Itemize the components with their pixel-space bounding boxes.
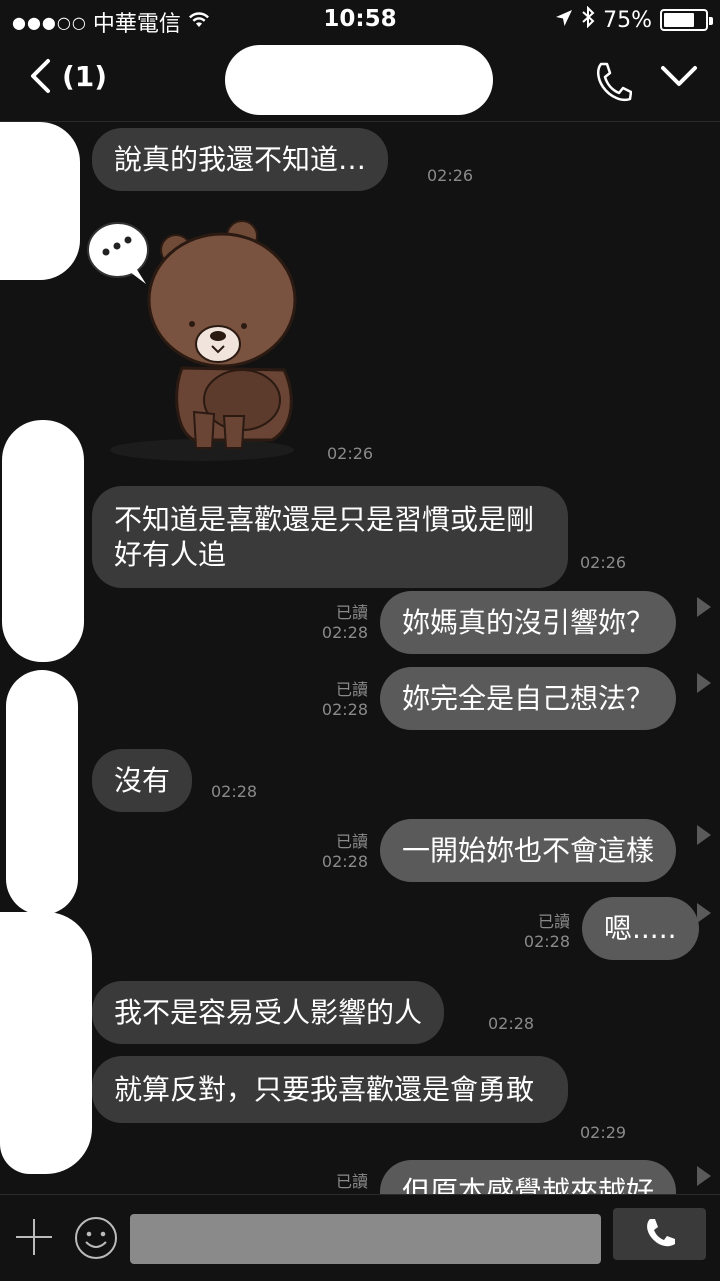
message-timestamp: 02:28 bbox=[321, 700, 368, 719]
back-button[interactable]: (1) bbox=[28, 58, 107, 94]
message-timestamp: 02:28 bbox=[211, 782, 258, 801]
message-timestamp: 02:26 bbox=[427, 166, 474, 185]
battery-icon bbox=[660, 9, 713, 31]
smiley-icon bbox=[75, 1217, 117, 1259]
chat-title-redacted bbox=[225, 45, 493, 115]
status-bar: ●●●○○ 中華電信 10:58 75% bbox=[0, 0, 720, 40]
message-timestamp: 02:28 bbox=[523, 932, 570, 951]
menu-dropdown-button[interactable] bbox=[660, 64, 698, 92]
received-message-bubble[interactable]: 我不是容易受人影響的人 bbox=[92, 981, 445, 1044]
message-timestamp: 02:26 bbox=[580, 553, 627, 572]
sent-message-bubble[interactable]: 妳媽真的沒引響妳？ bbox=[380, 591, 677, 654]
received-message-bubble[interactable]: 不知道是喜歡還是只是習慣或是剛好有人追 bbox=[92, 486, 568, 588]
message-input[interactable] bbox=[130, 1214, 601, 1264]
battery-level bbox=[664, 13, 694, 27]
read-receipt: 已讀 bbox=[335, 603, 368, 622]
unread-count-badge: (1) bbox=[62, 59, 108, 93]
avatar-redacted bbox=[0, 122, 80, 280]
voice-call-button[interactable] bbox=[613, 1208, 706, 1260]
phone-handset-icon bbox=[646, 1219, 675, 1247]
sent-message-bubble[interactable]: 一開始妳也不會這樣 bbox=[380, 819, 677, 882]
bluetooth-icon bbox=[581, 5, 595, 34]
avatar-redacted bbox=[2, 420, 84, 662]
avatar-redacted bbox=[0, 912, 92, 1174]
received-message-bubble[interactable]: 就算反對，只要我喜歡還是會勇敢 bbox=[92, 1056, 568, 1123]
message-timestamp: 02:28 bbox=[321, 852, 368, 871]
message-list[interactable]: 說真的我還不知道… 02:26 02:26 不知道是喜歡還是只是習慣或是剛好有人… bbox=[0, 122, 720, 1194]
call-button[interactable] bbox=[592, 60, 633, 108]
chevron-down-icon bbox=[661, 66, 697, 86]
sent-message-bubble[interactable]: 妳完全是自己想法？ bbox=[380, 667, 677, 730]
emoji-button[interactable] bbox=[74, 1216, 118, 1264]
read-receipt: 已讀 bbox=[537, 912, 570, 931]
message-timestamp: 02:29 bbox=[580, 1123, 627, 1142]
received-message-bubble[interactable]: 沒有 bbox=[92, 749, 193, 812]
chat-header: (1) bbox=[0, 40, 720, 122]
read-receipt: 已讀 bbox=[335, 1172, 368, 1191]
bear-sticker-image bbox=[87, 220, 297, 461]
read-receipt: 已讀 bbox=[335, 680, 368, 699]
status-right: 75% bbox=[555, 5, 713, 34]
received-message-bubble[interactable]: 說真的我還不知道… bbox=[92, 128, 389, 191]
avatar-redacted bbox=[6, 670, 78, 915]
add-attachment-button[interactable] bbox=[14, 1217, 54, 1257]
sent-message-bubble[interactable]: 但原本感覺越來越好 bbox=[380, 1160, 677, 1194]
message-timestamp: 02:26 bbox=[327, 444, 374, 463]
chevron-left-icon bbox=[31, 59, 50, 93]
bear-sticker[interactable] bbox=[84, 218, 304, 468]
sent-message-bubble[interactable]: 嗯..... bbox=[582, 897, 699, 960]
read-receipt: 已讀 bbox=[335, 832, 368, 851]
battery-percent: 75% bbox=[603, 7, 652, 33]
message-timestamp: 02:28 bbox=[488, 1014, 535, 1033]
message-input-bar bbox=[0, 1194, 720, 1281]
location-arrow-icon bbox=[555, 8, 573, 33]
message-timestamp: 02:28 bbox=[321, 623, 368, 642]
phone-icon bbox=[597, 62, 633, 102]
